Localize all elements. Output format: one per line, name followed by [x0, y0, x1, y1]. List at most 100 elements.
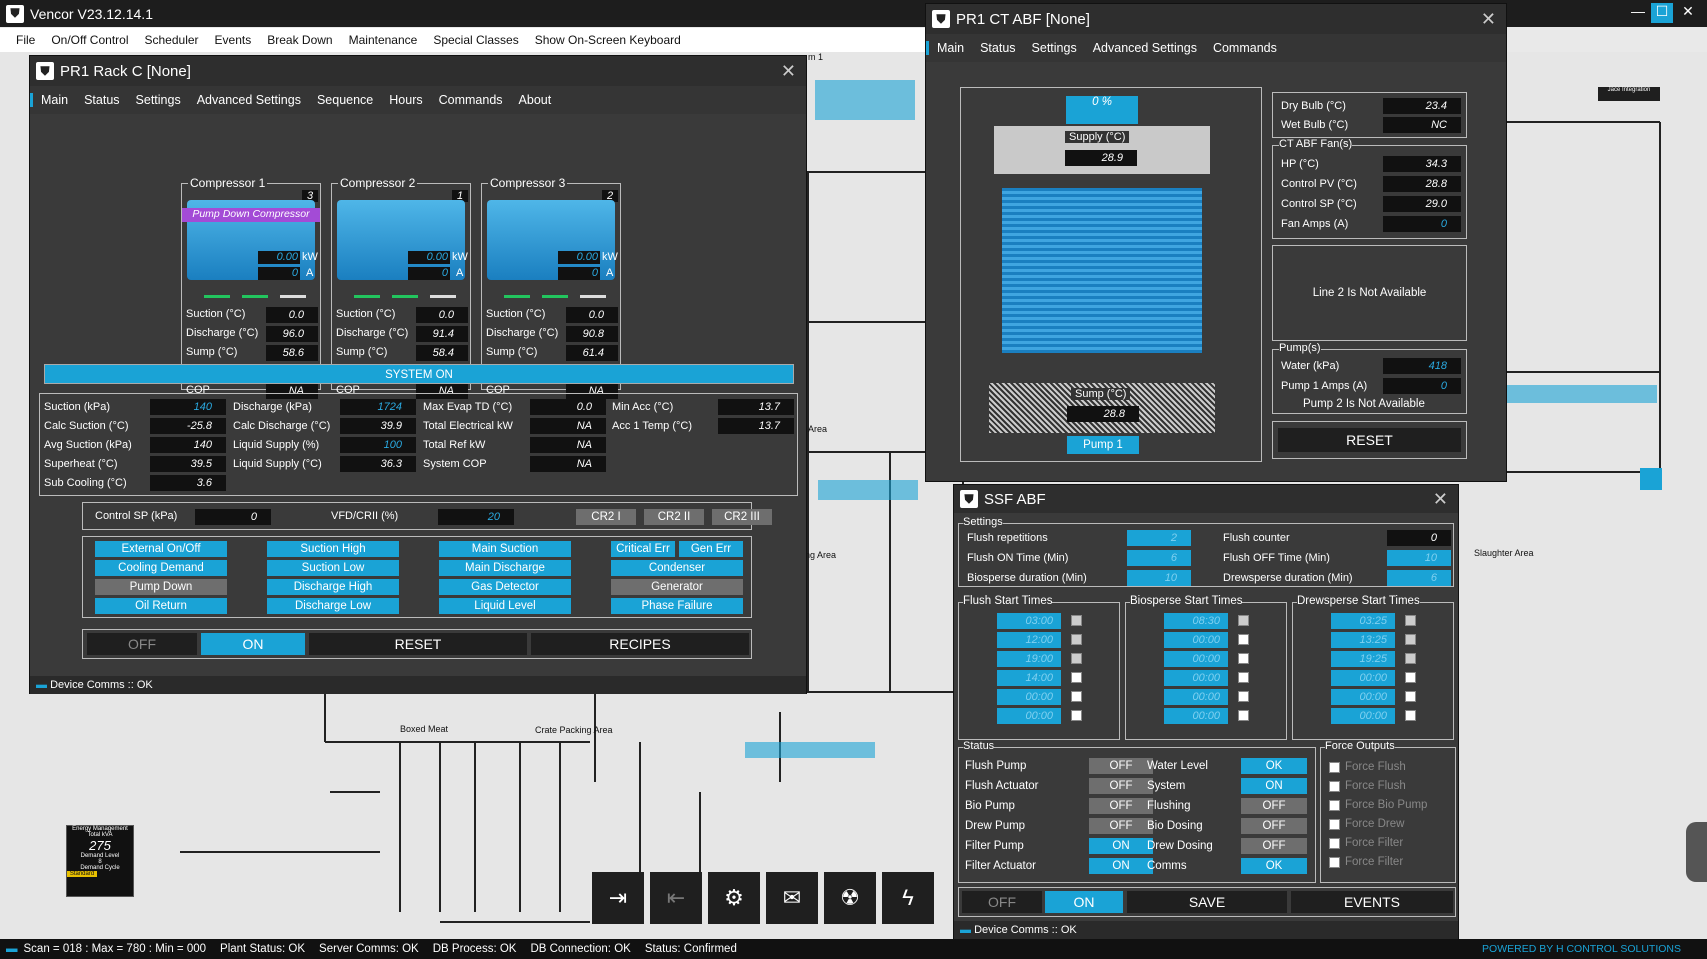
- alarm-main-suction[interactable]: Main Suction: [439, 541, 571, 557]
- menu-keyboard[interactable]: Show On-Screen Keyboard: [527, 33, 689, 47]
- ct-tab-settings[interactable]: Settings: [1024, 41, 1085, 55]
- rack-tab-hours[interactable]: Hours: [381, 93, 430, 107]
- minimize-button[interactable]: —: [1627, 3, 1649, 23]
- ssf-save-button[interactable]: SAVE: [1127, 891, 1287, 913]
- cr2-ii-button[interactable]: CR2 II: [644, 509, 704, 525]
- alarm-critical-err[interactable]: Critical Err: [611, 541, 675, 557]
- ssf-start-time[interactable]: 03:25: [1331, 613, 1395, 629]
- logout-icon[interactable]: ⇤: [650, 872, 702, 924]
- force-checkbox[interactable]: [1329, 781, 1340, 792]
- ssf-start-time[interactable]: 19:00: [997, 651, 1061, 667]
- ct-close-button[interactable]: ✕: [1481, 9, 1496, 30]
- ssf-start-time[interactable]: 00:00: [1331, 670, 1395, 686]
- alarm-cooling-demand[interactable]: Cooling Demand: [95, 560, 227, 576]
- ct-pump1-button[interactable]: Pump 1: [1067, 436, 1139, 454]
- alarm-gas-detector[interactable]: Gas Detector: [439, 579, 571, 595]
- alarm-oil-return[interactable]: Oil Return: [95, 598, 227, 614]
- ct-tab-main[interactable]: Main: [926, 41, 972, 55]
- alarm-condenser[interactable]: Condenser: [611, 560, 743, 576]
- ssf-start-time[interactable]: 00:00: [1164, 689, 1228, 705]
- ssf-time-checkbox[interactable]: [1071, 615, 1082, 626]
- ssf-start-time[interactable]: 13:25: [1331, 632, 1395, 648]
- energy-widget[interactable]: Energy Management Total kVA 275 Demand L…: [66, 825, 134, 897]
- menu-breakdown[interactable]: Break Down: [259, 33, 340, 47]
- jace-device[interactable]: Jace Integration: [1598, 87, 1660, 101]
- ssf-time-checkbox[interactable]: [1071, 634, 1082, 645]
- ct-tab-status[interactable]: Status: [972, 41, 1023, 55]
- ssf-start-time[interactable]: 00:00: [1164, 708, 1228, 724]
- cr2-i-button[interactable]: CR2 I: [576, 509, 636, 525]
- equipment-icons[interactable]: [815, 80, 915, 120]
- ssf-start-time[interactable]: 00:00: [997, 689, 1061, 705]
- ssf-setting-value[interactable]: 10: [1127, 570, 1191, 586]
- alarm-main-discharge[interactable]: Main Discharge: [439, 560, 571, 576]
- ssf-time-checkbox[interactable]: [1238, 710, 1249, 721]
- ssf-time-checkbox[interactable]: [1071, 653, 1082, 664]
- rack-recipes-button[interactable]: RECIPES: [531, 633, 749, 655]
- ssf-start-time[interactable]: 08:30: [1164, 613, 1228, 629]
- rack-on-button[interactable]: ON: [201, 633, 305, 655]
- alarm-external-on-off[interactable]: External On/Off: [95, 541, 227, 557]
- rack-tab-sequence[interactable]: Sequence: [309, 93, 381, 107]
- equipment-icons-mid[interactable]: [818, 480, 918, 500]
- ssf-time-checkbox[interactable]: [1071, 710, 1082, 721]
- alarm-generator[interactable]: Generator: [611, 579, 743, 595]
- close-app-button[interactable]: ✕: [1677, 3, 1699, 23]
- ssf-setting-value[interactable]: 6: [1127, 550, 1191, 566]
- ssf-time-checkbox[interactable]: [1405, 672, 1416, 683]
- rack-tab-status[interactable]: Status: [76, 93, 127, 107]
- ssf-start-time[interactable]: 00:00: [1164, 670, 1228, 686]
- ssf-start-time[interactable]: 00:00: [1331, 708, 1395, 724]
- ssf-events-button[interactable]: EVENTS: [1291, 891, 1453, 913]
- ssf-time-checkbox[interactable]: [1238, 672, 1249, 683]
- force-checkbox[interactable]: [1329, 838, 1340, 849]
- ssf-time-checkbox[interactable]: [1405, 710, 1416, 721]
- rack-tab-main[interactable]: Main: [30, 93, 76, 107]
- menu-maintenance[interactable]: Maintenance: [341, 33, 426, 47]
- ssf-time-checkbox[interactable]: [1238, 691, 1249, 702]
- compressor-card[interactable]: Compressor 3 2 0.00 kW 0 A Suction (°C) 0.0 Disc…: [481, 176, 621, 399]
- ssf-start-time[interactable]: 19:25: [1331, 651, 1395, 667]
- rack-tab-about[interactable]: About: [511, 93, 560, 107]
- ssf-start-time[interactable]: 00:00: [997, 708, 1061, 724]
- alarm-pump-down[interactable]: Pump Down: [95, 579, 227, 595]
- ssf-start-time[interactable]: 12:00: [997, 632, 1061, 648]
- alarm-discharge-low[interactable]: Discharge Low: [267, 598, 399, 614]
- menu-events[interactable]: Events: [207, 33, 260, 47]
- menu-file[interactable]: File: [0, 33, 43, 47]
- ssf-time-checkbox[interactable]: [1071, 691, 1082, 702]
- ssf-start-time[interactable]: 14:00: [997, 670, 1061, 686]
- ssf-setting-value[interactable]: 10: [1387, 550, 1451, 566]
- compressor-card[interactable]: Compressor 2 1 0.00 kW 0 A Suction (°C) 0.0 Disc…: [331, 176, 471, 399]
- force-checkbox[interactable]: [1329, 800, 1340, 811]
- ssf-start-time[interactable]: 00:00: [1164, 632, 1228, 648]
- fan-icon[interactable]: [1640, 468, 1662, 490]
- ssf-start-time[interactable]: 00:00: [1331, 689, 1395, 705]
- force-checkbox[interactable]: [1329, 819, 1340, 830]
- ssf-close-button[interactable]: ✕: [1433, 489, 1448, 510]
- rack-tab-settings[interactable]: Settings: [128, 93, 189, 107]
- ssf-time-checkbox[interactable]: [1238, 615, 1249, 626]
- maximize-button[interactable]: ☐: [1651, 3, 1673, 23]
- ssf-time-checkbox[interactable]: [1405, 615, 1416, 626]
- ct-reset-button[interactable]: RESET: [1278, 428, 1461, 452]
- compressor-card[interactable]: Compressor 1 3 Pump Down Compressor 0.00 kW 0…: [181, 176, 321, 399]
- menu-special-classes[interactable]: Special Classes: [425, 33, 526, 47]
- menu-onoff[interactable]: On/Off Control: [43, 33, 136, 47]
- ct-tab-commands[interactable]: Commands: [1205, 41, 1285, 55]
- ssf-start-time[interactable]: 00:00: [1164, 651, 1228, 667]
- rack-close-button[interactable]: ✕: [781, 61, 796, 82]
- equipment-icons-right[interactable]: [1507, 385, 1657, 403]
- login-icon[interactable]: ⇥: [592, 872, 644, 924]
- equipment-icons-low[interactable]: [745, 742, 875, 758]
- ct-tab-advanced[interactable]: Advanced Settings: [1085, 41, 1205, 55]
- ssf-time-checkbox[interactable]: [1238, 634, 1249, 645]
- alarm-gen-err[interactable]: Gen Err: [679, 541, 743, 557]
- ssf-time-checkbox[interactable]: [1405, 691, 1416, 702]
- ssf-setting-value[interactable]: 6: [1387, 570, 1451, 586]
- user-settings-icon[interactable]: ⚙: [708, 872, 760, 924]
- ssf-time-checkbox[interactable]: [1238, 653, 1249, 664]
- alarm-discharge-high[interactable]: Discharge High: [267, 579, 399, 595]
- ammonia-icon[interactable]: ☢: [824, 872, 876, 924]
- ssf-on-button[interactable]: ON: [1045, 891, 1123, 913]
